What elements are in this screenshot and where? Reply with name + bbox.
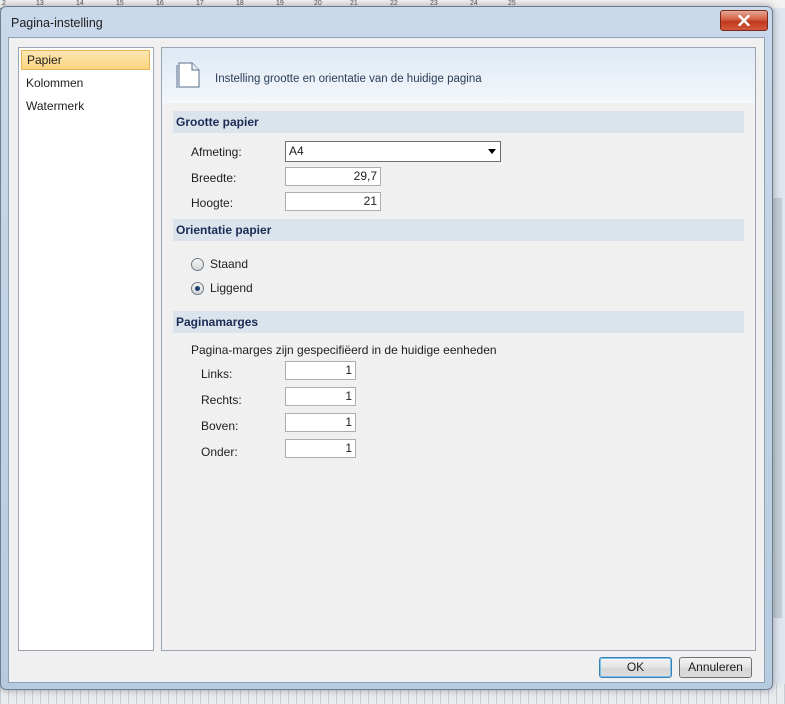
margin-top-label: Boven: [201, 419, 239, 433]
nav-item-papier[interactable]: Papier [21, 50, 150, 70]
window-title: Pagina-instelling [11, 16, 103, 30]
page-setup-dialog: Pagina-instelling Papier Kolommen Waterm… [0, 6, 773, 690]
portrait-label[interactable]: Staand [210, 257, 248, 271]
landscape-radio[interactable] [191, 282, 204, 295]
height-field[interactable]: 21 [285, 192, 381, 211]
margin-bottom-label: Onder: [201, 445, 238, 459]
width-label: Breedte: [191, 171, 237, 185]
margin-top-field[interactable]: 1 [285, 413, 356, 432]
section-orientation: Orientatie papier [173, 219, 744, 241]
panel-header-text: Instelling grootte en orientatie van de … [215, 73, 482, 85]
size-label: Afmeting: [191, 145, 242, 159]
height-label: Hoogte: [191, 196, 234, 210]
paper-size-select[interactable]: A4 [285, 141, 501, 162]
paper-size-value: A4 [289, 144, 304, 158]
chevron-down-icon [488, 149, 496, 154]
close-button[interactable] [720, 10, 768, 31]
panel-header: Instelling grootte en orientatie van de … [162, 48, 755, 103]
title-bar[interactable]: Pagina-instelling [1, 7, 772, 37]
margin-left-field[interactable]: 1 [285, 361, 356, 380]
portrait-radio[interactable] [191, 258, 204, 271]
margin-right-field[interactable]: 1 [285, 387, 356, 406]
close-icon [738, 15, 750, 26]
settings-nav-list: Papier Kolommen Watermerk [18, 47, 154, 651]
paper-settings-panel: Instelling grootte en orientatie van de … [161, 47, 756, 651]
nav-item-kolommen[interactable]: Kolommen [21, 73, 150, 93]
width-field[interactable]: 29,7 [285, 167, 381, 186]
margin-right-label: Rechts: [201, 393, 242, 407]
nav-item-watermerk[interactable]: Watermerk [21, 96, 150, 116]
margin-left-label: Links: [201, 367, 233, 381]
margin-bottom-field[interactable]: 1 [285, 439, 356, 458]
landscape-label[interactable]: Liggend [210, 281, 253, 295]
ok-button[interactable]: OK [599, 657, 672, 678]
section-paper-size: Grootte papier [173, 111, 744, 133]
dialog-client-area: Papier Kolommen Watermerk Instelling gro… [8, 37, 765, 683]
page-icon [176, 62, 200, 88]
section-margins: Paginamarges [173, 311, 744, 333]
cancel-button[interactable]: Annuleren [679, 657, 752, 678]
margins-description: Pagina-marges zijn gespecifiëerd in de h… [191, 343, 497, 357]
